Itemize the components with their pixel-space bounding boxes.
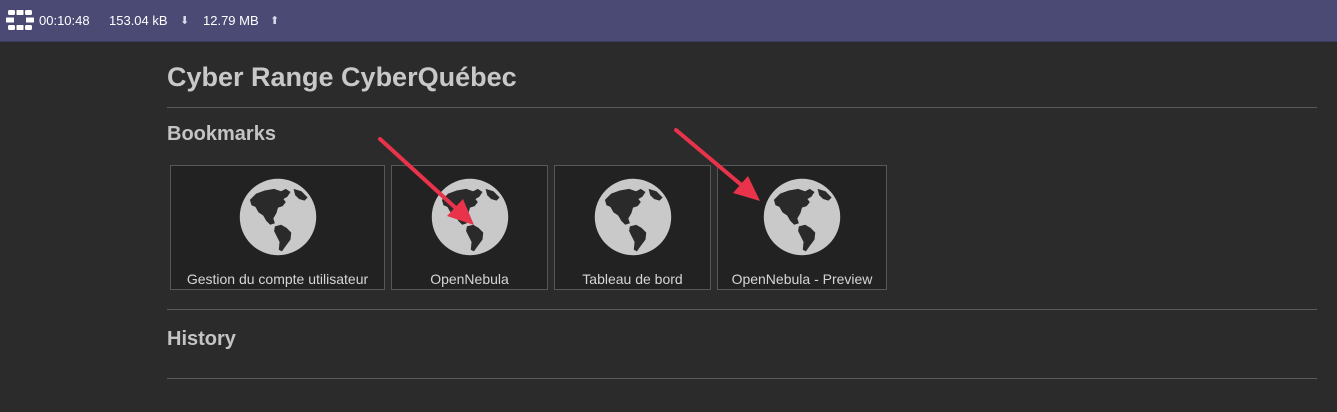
globe-icon (763, 178, 841, 256)
bookmark-label: Tableau de bord (582, 271, 683, 287)
bookmark-label: OpenNebula (430, 271, 509, 287)
bookmark-gestion-compte[interactable]: Gestion du compte utilisateur (170, 165, 385, 290)
bookmark-label: OpenNebula - Preview (731, 271, 873, 287)
fortinet-logo-icon (6, 10, 34, 30)
bookmark-tableau-de-bord[interactable]: Tableau de bord (554, 165, 711, 290)
history-divider (167, 378, 1317, 379)
bookmarks-heading: Bookmarks (167, 123, 276, 145)
status-bar: 00:10:48 153.04 kB ⬇ 12.79 MB ⬆ (0, 0, 1337, 42)
bookmark-label: Gestion du compte utilisateur (186, 271, 369, 287)
arrow-down-icon: ⬇ (180, 15, 190, 27)
globe-icon (431, 178, 508, 256)
app-window: 00:10:48 153.04 kB ⬇ 12.79 MB ⬆ Cyber Ra… (0, 0, 1337, 412)
page-title: Cyber Range CyberQuébec (167, 62, 517, 92)
globe-icon (239, 178, 316, 256)
bookmark-opennebula-preview[interactable]: OpenNebula - Preview (717, 165, 887, 290)
bookmark-opennebula[interactable]: OpenNebula (391, 165, 548, 290)
bookmarks-divider (167, 309, 1317, 310)
arrow-up-icon: ⬆ (270, 15, 280, 27)
session-time: 00:10:48 (39, 13, 90, 28)
history-heading: History (167, 328, 236, 350)
download-amount: 153.04 kB (109, 13, 168, 28)
title-divider (167, 107, 1317, 108)
globe-icon (594, 178, 671, 256)
upload-amount: 12.79 MB (203, 13, 259, 28)
